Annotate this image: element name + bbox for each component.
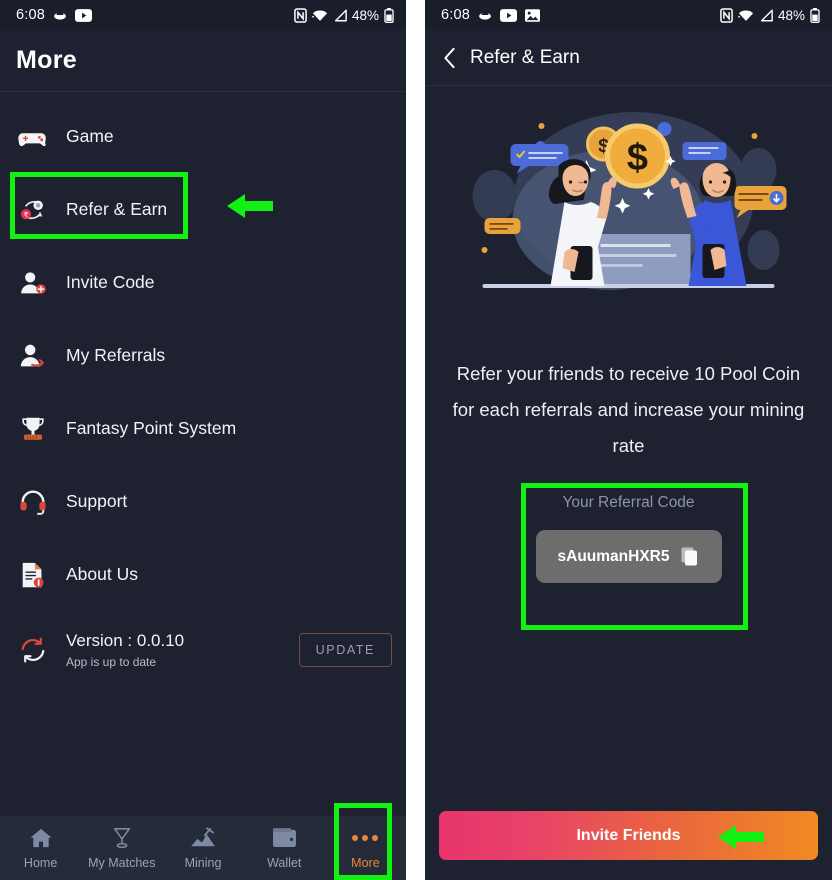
refresh-icon xyxy=(18,635,48,665)
youtube-icon xyxy=(500,8,518,22)
version-sublabel: App is up to date xyxy=(66,655,157,669)
sidebar-item-invite-code[interactable]: Invite Code xyxy=(0,246,406,319)
person-add-icon xyxy=(18,268,48,298)
referral-illustration-wrapper: $ $ xyxy=(425,86,832,300)
invite-friends-button[interactable]: Invite Friends xyxy=(439,811,818,860)
sidebar-item-my-referrals[interactable]: My Referrals xyxy=(0,319,406,392)
sidebar-item-game[interactable]: Game xyxy=(0,100,406,173)
dual-screenshot-canvas: 6:08 48% More Game ₹ Refer & Earn Invite… xyxy=(0,0,832,880)
sidebar-item-support[interactable]: Support xyxy=(0,465,406,538)
sidebar-item-label: About Us xyxy=(66,564,138,584)
refer-coin-icon: ₹ xyxy=(18,195,48,225)
referral-code-value: sAuumanHXR5 xyxy=(557,547,670,565)
version-text-group: Version : 0.0.10 App is up to date xyxy=(66,631,281,669)
home-icon xyxy=(29,827,53,849)
version-row: Version : 0.0.10 App is up to date UPDAT… xyxy=(0,617,406,683)
nav-item-mining[interactable]: Mining xyxy=(162,816,243,880)
chevron-left-icon[interactable] xyxy=(443,47,456,69)
document-info-icon xyxy=(18,560,48,590)
battery-icon xyxy=(384,7,394,23)
trophy-icon xyxy=(18,414,48,444)
status-bar-right-group: 48% xyxy=(720,7,820,23)
status-bar-right-group: 48% xyxy=(294,7,394,23)
trophy-outline-icon xyxy=(110,827,134,849)
gamepad-icon xyxy=(18,122,48,152)
status-bar-clock: 6:08 xyxy=(441,7,471,23)
nav-item-home[interactable]: Home xyxy=(0,816,81,880)
headset-icon xyxy=(18,487,48,517)
person-arrow-icon xyxy=(18,341,48,371)
status-bar-left: 6:08 48% xyxy=(0,0,406,30)
wifi-icon xyxy=(738,9,754,22)
ellipsis-icon xyxy=(352,827,379,849)
nav-item-label: Wallet xyxy=(267,855,302,870)
right-phone-screen: 6:08 48% Refer & Earn $ $ Refer your fri… xyxy=(425,0,832,880)
nav-item-my-matches[interactable]: My Matches xyxy=(81,816,162,880)
status-bar-left-group: 6:08 xyxy=(441,7,541,23)
nfc-icon xyxy=(294,7,307,23)
app-bar: Refer & Earn xyxy=(425,30,832,86)
page-title: More xyxy=(16,46,77,74)
nav-item-wallet[interactable]: Wallet xyxy=(244,816,325,880)
more-menu-list: Game ₹ Refer & Earn Invite Code My Refer… xyxy=(0,92,406,683)
sidebar-item-label: Refer & Earn xyxy=(66,199,168,219)
bottom-navigation-bar: Home My Matches Mining Wallet More xyxy=(0,816,406,880)
referral-illustration: $ $ xyxy=(458,100,799,300)
status-bar-left-group: 6:08 xyxy=(16,7,93,23)
app-bar-title: Refer & Earn xyxy=(470,46,580,68)
image-icon xyxy=(525,8,541,22)
sidebar-item-fantasy-point-system[interactable]: Fantasy Point System xyxy=(0,392,406,465)
cloud-icon xyxy=(478,8,492,22)
sidebar-item-about-us[interactable]: About Us xyxy=(0,538,406,611)
sidebar-item-label: Fantasy Point System xyxy=(66,418,237,438)
svg-text:₹: ₹ xyxy=(24,210,29,219)
nav-item-more[interactable]: More xyxy=(325,816,406,880)
left-phone-screen: 6:08 48% More Game ₹ Refer & Earn Invite… xyxy=(0,0,406,880)
update-button[interactable]: UPDATE xyxy=(298,633,392,667)
signal-icon xyxy=(333,9,347,22)
nav-item-label: Home xyxy=(23,855,58,870)
nfc-icon xyxy=(720,7,733,23)
nav-item-label: My Matches xyxy=(88,855,156,870)
nav-item-label: More xyxy=(351,855,380,870)
sidebar-item-label: Invite Code xyxy=(66,272,155,292)
invite-friends-cta-wrapper: Invite Friends xyxy=(425,797,832,880)
svg-text:$: $ xyxy=(627,137,648,179)
sidebar-item-label: My Referrals xyxy=(66,345,166,365)
wallet-icon xyxy=(272,827,297,849)
sidebar-item-refer-and-earn[interactable]: ₹ Refer & Earn xyxy=(0,173,406,246)
referral-code-caption: Your Referral Code xyxy=(562,494,695,511)
wifi-icon xyxy=(312,9,328,22)
status-bar-right: 6:08 48% xyxy=(425,0,832,30)
promo-text: Refer your friends to receive 10 Pool Co… xyxy=(452,363,805,456)
youtube-icon xyxy=(75,8,93,22)
referral-code-chip[interactable]: sAuumanHXR5 xyxy=(535,530,722,583)
nav-item-label: Mining xyxy=(184,855,222,870)
status-bar-clock: 6:08 xyxy=(16,7,46,23)
copy-icon[interactable] xyxy=(681,547,699,566)
battery-percent-label: 48% xyxy=(351,7,379,23)
pickaxe-icon xyxy=(190,826,216,849)
battery-icon xyxy=(810,7,820,23)
cloud-icon xyxy=(53,8,67,22)
sidebar-item-label: Support xyxy=(66,491,128,511)
referral-code-block: Your Referral Code sAuumanHXR5 xyxy=(515,480,743,599)
signal-icon xyxy=(759,9,773,22)
sidebar-item-label: Game xyxy=(66,126,114,146)
more-header: More xyxy=(0,30,406,92)
version-label: Version : 0.0.10 xyxy=(66,631,185,650)
battery-percent-label: 48% xyxy=(777,7,805,23)
